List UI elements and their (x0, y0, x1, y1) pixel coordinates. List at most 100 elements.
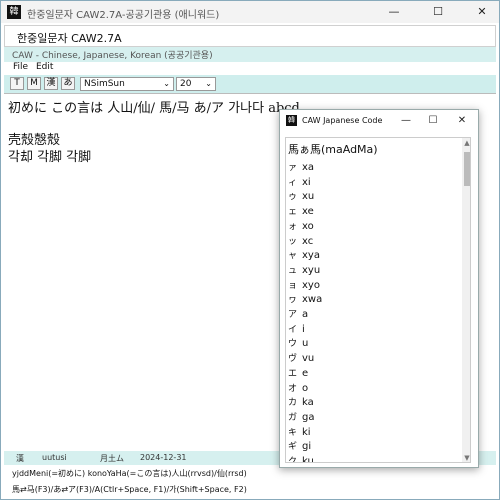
chevron-down-icon: ⌄ (205, 79, 212, 88)
list-item[interactable]: ヴ vu (288, 351, 314, 367)
maximize-button[interactable]: ☐ (423, 1, 453, 23)
font-select[interactable]: NSimSun ⌄ (80, 77, 174, 91)
kana-char: ャ (288, 251, 298, 262)
kana-char: オ (288, 383, 298, 394)
kana-char: ク (288, 457, 298, 463)
list-item[interactable]: ュ xyu (288, 263, 320, 279)
list-item[interactable]: アa (288, 307, 308, 323)
romaji-code: gi (302, 441, 312, 453)
kana-char: キ (288, 427, 298, 438)
romaji-code: u (302, 338, 309, 350)
scroll-up-icon[interactable]: ▲ (463, 139, 470, 147)
code-list-header: 馬ぁ馬(maAdMa) (288, 143, 378, 156)
kana-char: ウ (288, 339, 298, 350)
hiragana-button[interactable]: あ (61, 77, 75, 90)
list-item[interactable]: ャ xya (288, 248, 320, 264)
help-text: yjddMeni(=初めに) konoYaHa(=この言は)人山(rrvsd)/… (12, 469, 247, 478)
romaji-code: o (302, 382, 309, 394)
romaji-code: xu (302, 191, 315, 203)
list-item[interactable]: ィ xi (288, 175, 311, 191)
child-window-title: CAW Japanese Code (302, 116, 383, 125)
romaji-code: xwa (302, 294, 323, 306)
hanja-button[interactable]: 漢 (44, 77, 58, 90)
japanese-code-window: 韓 CAW Japanese Code — ☐ ✕ 馬ぁ馬(maAdMa) ァx… (279, 109, 479, 468)
m-mode-button[interactable]: M (27, 77, 41, 90)
list-item[interactable]: オo (288, 381, 308, 397)
romaji-code: xe (302, 206, 314, 218)
title-bar[interactable]: 韓 한중일문자 CAW2.7A-공공기관용 (애니워드) — ☐ ✕ (1, 1, 499, 23)
list-item[interactable]: ゥ xu (288, 189, 314, 205)
editor-line: 初めに この言は 人山/仙/ 馬/马 あ/ア 가나다 abcd (8, 101, 300, 116)
romaji-code: ga (302, 411, 315, 423)
editor-line: 각却 각脚 각脚 (8, 150, 92, 165)
romaji-code: xa (302, 162, 315, 173)
kana-char: ィ (288, 177, 298, 188)
list-item[interactable]: カ ka (288, 395, 314, 411)
romaji-code: a (302, 309, 309, 320)
kana-char: ォ (288, 221, 298, 232)
kana-char: ュ (288, 265, 298, 276)
size-select-value: 20 (180, 79, 192, 89)
scroll-down-icon[interactable]: ▼ (463, 454, 470, 462)
romaji-code: ki (302, 426, 311, 438)
kana-char: ギ (288, 442, 298, 453)
kana-char: カ (288, 398, 298, 409)
toolbar: T M 漢 あ NSimSun ⌄ 20 ⌄ (4, 75, 496, 93)
kana-char: イ (288, 324, 298, 335)
kana-char: エ (288, 368, 298, 379)
kana-char: ッ (288, 236, 298, 247)
scrollbar-thumb[interactable] (464, 152, 470, 186)
list-item[interactable]: ッ xc (288, 234, 313, 250)
child-title-bar[interactable]: 韓 CAW Japanese Code — ☐ ✕ (280, 110, 478, 132)
romaji-code: vu (302, 353, 315, 365)
list-item[interactable]: ヮ xwa (288, 292, 322, 308)
subtitle-text: CAW - Chinese, Japanese, Korean (공공기관용) (12, 51, 213, 61)
close-button[interactable]: ✕ (450, 110, 474, 132)
romaji-code: xi (302, 176, 311, 188)
app-icon: 韓 (7, 5, 21, 19)
chevron-down-icon: ⌄ (163, 79, 170, 88)
romaji-code: ka (302, 397, 314, 409)
menu-bar: File Edit (4, 62, 496, 75)
romaji-code: xyu (302, 264, 321, 276)
list-item[interactable]: エe (288, 366, 308, 382)
kana-char: ヮ (288, 295, 298, 306)
minimize-button[interactable]: — (394, 110, 418, 132)
romaji-code: xya (302, 250, 320, 262)
kana-char: ェ (288, 207, 298, 218)
menu-file[interactable]: File (13, 62, 28, 72)
kana-char: ヴ (288, 354, 298, 365)
list-item[interactable]: ウu (288, 336, 308, 352)
list-item[interactable]: キ ki (288, 425, 311, 441)
kana-char: ガ (288, 412, 298, 423)
close-button[interactable]: ✕ (467, 1, 497, 23)
menu-edit[interactable]: Edit (36, 62, 53, 72)
list-item[interactable]: ク ku (288, 454, 314, 463)
romaji-code: e (302, 367, 309, 379)
kana-char: ョ (288, 280, 298, 291)
app-header-text: 한중일문자 CAW2.7A (17, 32, 122, 45)
list-item[interactable]: ョ xyo (288, 278, 320, 294)
romaji-code: i (302, 323, 305, 335)
romaji-code: ku (302, 456, 314, 463)
list-item[interactable]: ォ xo (288, 219, 314, 235)
scrollbar[interactable]: ▲ ▼ (462, 138, 470, 462)
text-mode-button[interactable]: T (10, 77, 24, 90)
list-item[interactable]: ガ ga (288, 410, 314, 426)
list-item[interactable]: ェ xe (288, 204, 314, 220)
status-reading: uutusi (42, 453, 67, 462)
list-item[interactable]: イi (288, 322, 305, 338)
help-line: 馬⇄马(F3)/あ⇄ア(F3)/A(Ctlr+Space, F1)/가(Shif… (4, 481, 496, 497)
list-item[interactable]: ギ gi (288, 439, 311, 455)
code-list[interactable]: 馬ぁ馬(maAdMa) ァ xa ィ xi ゥ xu ェ xe ォ xo ッ xc ャ xya ュ xyu ョ x… (285, 137, 471, 463)
list-item[interactable]: ァ xa (288, 160, 314, 176)
size-select[interactable]: 20 ⌄ (176, 77, 216, 91)
minimize-button[interactable]: — (379, 1, 409, 23)
font-select-value: NSimSun (84, 79, 125, 89)
help-text: 馬⇄马(F3)/あ⇄ア(F3)/A(Ctlr+Space, F1)/가(Shif… (12, 485, 247, 494)
kana-char: ア (288, 310, 298, 320)
maximize-button[interactable]: ☐ (421, 110, 445, 132)
romaji-code: xo (302, 220, 314, 232)
status-char: 漢 (16, 454, 24, 463)
subtitle-bar: CAW - Chinese, Japanese, Korean (공공기관용) (4, 47, 496, 62)
